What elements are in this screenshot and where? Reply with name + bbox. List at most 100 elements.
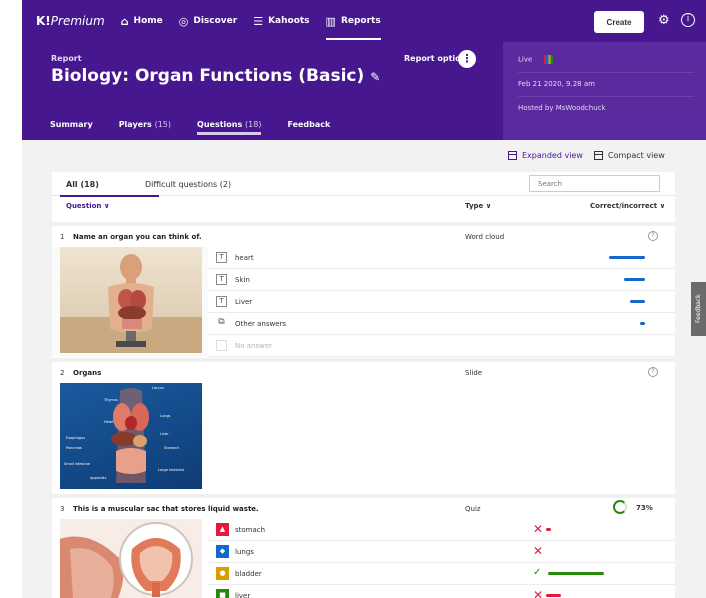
other-answers-icon: ⧉ [218,317,225,327]
text-answer-icon: T [216,296,227,307]
text-answer-icon: T [216,252,227,263]
organ-label: Esophagus [66,436,85,440]
info-icon[interactable]: ? [648,367,658,377]
tab-questions[interactable]: Questions (18) [197,120,262,135]
tab-players[interactable]: Players (15) [119,120,171,135]
feedback-side-tab[interactable]: Feedback [691,282,706,336]
organ-label: Stomach [164,446,179,450]
answer-label: heart [235,254,254,262]
question-column-header[interactable]: Question ∨ [66,202,110,210]
correct-check-icon: ✓ [533,567,542,578]
answer-bar [609,256,645,259]
question-row[interactable]: 2 Organs Slide ? [52,358,675,383]
info-icon[interactable]: i [681,13,695,27]
nav-kahoots[interactable]: ☰ Kahoots [253,0,309,42]
organ-label: Liver [160,432,169,436]
app-frame: K!Premium ⌂ Home ◎ Discover ☰ Kahoots ▥ Repo… [22,0,706,598]
session-info-panel: Live Feb 21 2020, 9.28 am Hosted by MsWo… [503,42,706,140]
answer-row: T heart 7 [208,247,675,269]
question-1-details: T heart 7 T Skin 4 T Liver 3 ⧉ Other ans… [52,247,675,357]
organs-diagram-image: Larynx Thymus Lungs Heart Liver Stomach … [60,383,202,489]
question-row[interactable]: 3 This is a muscular sac that stores liq… [52,494,675,519]
organ-label: Large intestine [158,468,184,472]
question-number: 3 [60,505,65,513]
report-tabs: Summary Players (15) Questions (18) Feed… [50,120,356,135]
question-text: Organs [73,369,102,377]
nav-reports-label: Reports [340,16,381,26]
kahoot-premium-logo[interactable]: K!Premium [36,14,105,28]
nav-discover-label: Discover [193,16,238,26]
triangle-shape-icon: ▲ [216,523,229,536]
pencil-icon[interactable]: ✎ [370,70,380,84]
expanded-view-icon [508,151,517,160]
report-title: Biology: Organ Functions (Basic) ✎ [51,66,381,86]
nav-home[interactable]: ⌂ Home [121,0,163,42]
compact-view-icon [594,151,603,160]
expanded-view-toggle[interactable]: Expanded view [508,151,583,160]
search-input[interactable] [529,175,660,192]
organ-label: Pancreas [66,446,82,450]
home-icon: ⌂ [120,14,129,28]
answer-bar [624,278,645,281]
report-header: Report Biology: Organ Functions (Basic) ✎… [22,42,706,140]
answer-bar [548,572,604,575]
answer-label: No answer [235,342,273,350]
questions-panel: All (18) Difficult questions (2) Questio… [52,172,675,598]
question-3-details: ▲ stomach ✕ 1 ◆ lungs ✕ 0 ● bladder ✓ 11… [52,519,675,598]
organ-label: Small intestine [64,462,90,466]
report-kicker: Report [51,54,82,63]
answer-row: ◆ lungs ✕ 0 [208,541,675,563]
no-answer-icon [216,340,227,351]
answer-bar [546,528,551,531]
incorrect-icon: ✕ [533,544,544,558]
answer-row: ■ liver ✕ 3 [208,585,675,598]
session-host: Hosted by MsWoodchuck [518,104,606,112]
tab-feedback[interactable]: Feedback [287,120,330,135]
organ-label: Heart [104,420,114,424]
create-button[interactable]: Create [594,11,644,33]
answer-row: T Skin 4 [208,269,675,291]
organ-label: Larynx [152,386,164,390]
incorrect-icon: ✕ [533,522,544,536]
square-shape-icon: ■ [216,589,229,598]
nav-reports[interactable]: ▥ Reports [325,0,381,42]
question-number: 1 [60,233,65,241]
nav-kahoots-label: Kahoots [268,16,310,26]
question-text: This is a muscular sac that stores liqui… [73,505,259,513]
answer-row: T Liver 3 [208,291,675,313]
bar-chart-icon: ▥ [325,14,336,28]
list-icon: ☰ [253,14,264,28]
answer-label: Skin [235,276,250,284]
nav-discover[interactable]: ◎ Discover [179,0,237,42]
compass-icon: ◎ [178,14,189,28]
question-number: 2 [60,369,65,377]
type-column-header[interactable]: Type ∨ [465,202,491,210]
answer-label: bladder [235,570,262,578]
gear-icon[interactable]: ⚙ [658,13,670,28]
question-2-details: Larynx Thymus Lungs Heart Liver Stomach … [52,383,675,493]
answer-row: ● bladder ✓ 11 [208,563,675,585]
question-type: Slide [465,369,483,377]
correct-column-header[interactable]: Correct/incorrect ∨ [590,202,665,210]
divider [518,72,694,73]
organ-label: Appendix [90,476,106,480]
tab-summary[interactable]: Summary [50,120,93,135]
answer-row: ▲ stomach ✕ 1 [208,519,675,541]
question-filter-tabs: All (18) Difficult questions (2) [52,172,675,197]
question-row[interactable]: 1 Name an organ you can think of. Word c… [52,222,675,247]
diamond-shape-icon: ◆ [216,545,229,558]
organ-label: Thymus [103,398,118,402]
answer-label: Other answers [235,320,287,328]
tab-all-questions[interactable]: All (18) [60,180,159,197]
answer-label: lungs [235,548,254,556]
live-status: Live [518,55,554,64]
answer-label: Liver [235,298,253,306]
compact-view-toggle[interactable]: Compact view [594,151,665,160]
tab-difficult-questions[interactable]: Difficult questions (2) [145,180,231,189]
answer-bar [630,300,645,303]
kahoot-shapes-icon [544,55,554,64]
info-icon[interactable]: ? [648,231,658,241]
answer-label: stomach [235,526,266,534]
more-options-icon[interactable]: ⋮ [458,50,476,68]
bladder-illustration-image [60,519,202,598]
